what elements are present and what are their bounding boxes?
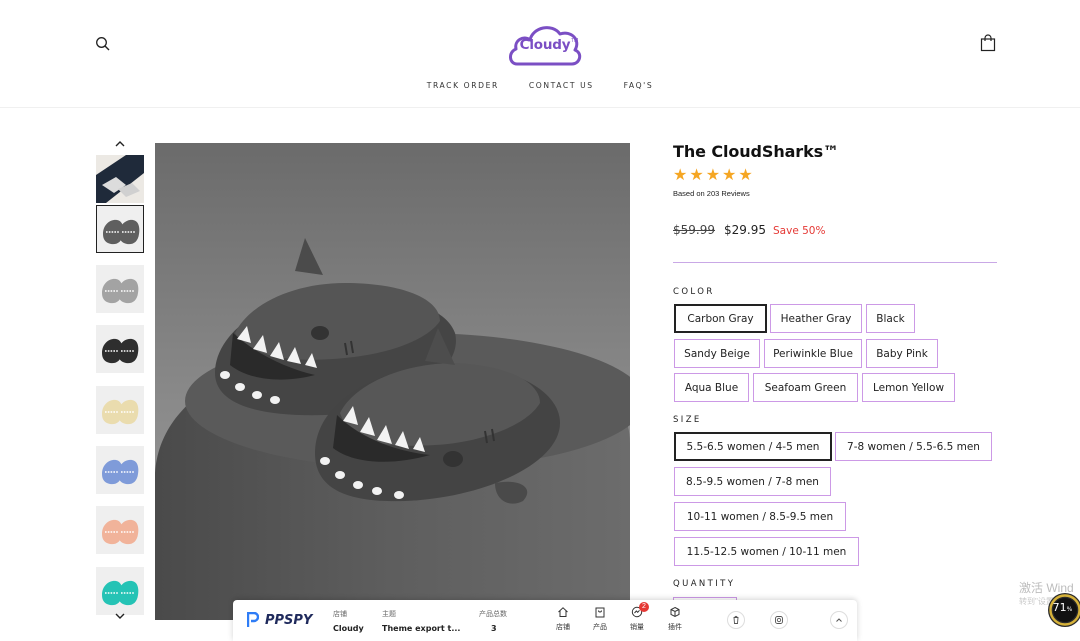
ppspy-theme-caption: 主题	[382, 611, 396, 618]
star-icon: ★	[738, 167, 753, 184]
chevron-up-icon[interactable]	[830, 611, 848, 629]
thumbnail-lifestyle[interactable]	[96, 155, 144, 203]
ppspy-tool-plugins[interactable]: 插件	[663, 606, 687, 632]
ppspy-store: 店铺 Cloudy	[333, 609, 364, 633]
header-divider	[0, 107, 1080, 108]
bag-icon	[595, 607, 605, 618]
star-icon: ★	[705, 167, 721, 184]
compare-at-price: $59.99	[673, 223, 715, 237]
ppspy-tool-sales[interactable]: 2 销量	[625, 602, 649, 632]
chevron-up-icon[interactable]	[113, 139, 127, 151]
color-option-sandy-beige[interactable]: Sandy Beige	[674, 339, 760, 368]
star-icon: ★	[673, 167, 688, 184]
shopify-icon[interactable]	[727, 611, 745, 629]
save-badge: Save 50%	[773, 225, 826, 237]
cube-icon	[670, 606, 680, 618]
main-nav: TRACK ORDER CONTACT US FAQ'S	[0, 81, 1080, 90]
review-count[interactable]: Based on 203 Reviews	[673, 189, 750, 198]
nav-track-order[interactable]: TRACK ORDER	[427, 81, 499, 90]
ppspy-tool-store[interactable]: 店铺	[551, 606, 575, 632]
thumbnail-heather-gray[interactable]	[96, 265, 144, 313]
color-option-lemon-yellow[interactable]: Lemon Yellow	[862, 373, 955, 402]
quantity-label: QUANTITY	[673, 579, 736, 589]
ppspy-tool-store-label: 店铺	[556, 624, 570, 631]
nav-contact-us[interactable]: CONTACT US	[519, 81, 594, 90]
color-option-aqua-blue[interactable]: Aqua Blue	[674, 373, 749, 402]
ppspy-products-caption: 产品总数	[479, 611, 507, 618]
price-row: $59.99 $29.95 Save 50%	[673, 223, 825, 237]
cloudy-logo[interactable]: Cloudy TM	[507, 20, 583, 68]
ppspy-logo-icon	[246, 611, 260, 628]
ppspy-sales-badge: 2	[639, 602, 649, 612]
ppspy-brand: PPSPY	[265, 613, 313, 628]
color-option-seafoam-green[interactable]: Seafoam Green	[753, 373, 858, 402]
current-price: $29.95	[724, 223, 766, 237]
color-option-heather-gray[interactable]: Heather Gray	[770, 304, 862, 333]
ppspy-tool-products-label: 产品	[593, 624, 607, 631]
nav-faqs[interactable]: FAQ'S	[614, 81, 654, 90]
instagram-icon[interactable]	[770, 611, 788, 629]
search-icon[interactable]	[95, 36, 111, 52]
thumbnail-carbon-gray[interactable]	[96, 205, 144, 253]
color-option-periwinkle-blue[interactable]: Periwinkle Blue	[764, 339, 862, 368]
ppspy-theme-value: Theme export t...	[382, 624, 461, 633]
performance-gauge-value: 71%	[1045, 601, 1080, 614]
gauge-number: 71	[1052, 601, 1067, 614]
ppspy-tool-sales-label: 销量	[630, 624, 644, 631]
main-product-image[interactable]	[155, 143, 630, 620]
size-option-3[interactable]: 8.5-9.5 women / 7-8 men	[674, 467, 831, 496]
thumbnail-sandy-beige[interactable]	[96, 386, 144, 434]
ppspy-tool-plugins-label: 插件	[668, 624, 682, 631]
ppspy-theme: 主题 Theme export t...	[382, 609, 460, 633]
size-option-5[interactable]: 11.5-12.5 women / 10-11 men	[674, 537, 859, 566]
ppspy-products: 产品总数 3	[479, 609, 507, 633]
thumbnail-black[interactable]	[96, 325, 144, 373]
thumbnail-aqua-blue[interactable]	[96, 567, 144, 615]
logo-trademark: TM	[571, 38, 579, 44]
bag-icon[interactable]	[980, 34, 996, 52]
home-icon	[558, 607, 568, 617]
color-label: COLOR	[673, 287, 715, 297]
rating-stars[interactable]: ★ ★ ★ ★ ★	[673, 168, 753, 184]
ppspy-store-caption: 店铺	[333, 611, 347, 618]
ppspy-store-value: Cloudy	[333, 624, 364, 633]
ppspy-products-value: 3	[491, 624, 497, 633]
product-title: The CloudSharks™	[673, 142, 839, 161]
ppspy-toolbar: PPSPY 店铺 Cloudy 主题 Theme export t... 产品总…	[233, 600, 857, 641]
color-option-black[interactable]: Black	[866, 304, 915, 333]
info-divider	[673, 262, 997, 263]
star-icon: ★	[722, 167, 737, 184]
thumbnail-periwinkle-blue[interactable]	[96, 446, 144, 494]
size-option-2[interactable]: 7-8 women / 5.5-6.5 men	[835, 432, 992, 461]
size-option-1[interactable]: 5.5-6.5 women / 4-5 men	[674, 432, 832, 461]
chevron-down-icon[interactable]	[113, 611, 127, 623]
star-icon: ★	[689, 167, 704, 184]
size-label: SIZE	[673, 415, 702, 425]
ppspy-tool-products[interactable]: 产品	[588, 606, 612, 632]
color-option-carbon-gray[interactable]: Carbon Gray	[674, 304, 767, 333]
gauge-unit: %	[1066, 606, 1073, 613]
color-option-baby-pink[interactable]: Baby Pink	[866, 339, 938, 368]
thumbnail-baby-pink[interactable]	[96, 506, 144, 554]
size-option-4[interactable]: 10-11 women / 8.5-9.5 men	[674, 502, 846, 531]
